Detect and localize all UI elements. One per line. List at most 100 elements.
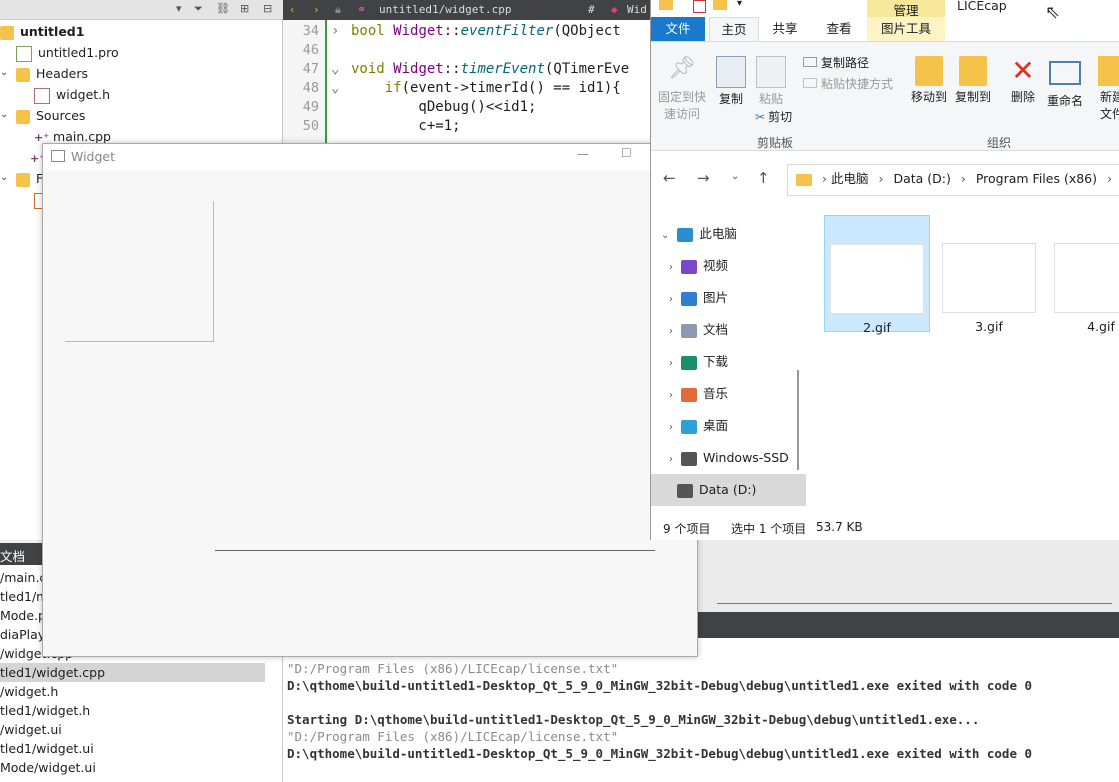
move-to-button[interactable]: 移动到 (909, 56, 949, 105)
file-thumbnail[interactable]: 3.gif (936, 215, 1042, 334)
copy-path-button[interactable]: 复制路径 (803, 54, 869, 71)
breadcrumb-sep: › (878, 171, 884, 186)
code-line[interactable]: bool Widget::eventFilter(QObject (351, 22, 621, 41)
application-output[interactable]: "D:/Program Files (x86)/LICEcap/license.… (283, 638, 1119, 782)
nav-expand-icon[interactable]: › (669, 390, 673, 401)
close-pane-icon[interactable]: ⊟ (263, 2, 272, 15)
open-document-item[interactable]: tled1/widget.h (0, 701, 90, 720)
new-folder-button[interactable]: 新建 文件 (1097, 56, 1119, 122)
pin-quick-access-button[interactable]: 📌︎ 固定到快 速访问 (657, 56, 707, 122)
open-document-item[interactable]: tled1/widget.cpp (0, 663, 265, 682)
cut-button[interactable]: ✂ 剪切 (755, 108, 792, 125)
code-line[interactable]: void Widget::timerEvent(QTimerEve (351, 60, 629, 79)
fold-collapsed-icon[interactable]: › (331, 22, 339, 41)
nav-item[interactable]: › 图片 (651, 282, 728, 314)
tree-item-widget-h[interactable]: widget.h (34, 84, 110, 105)
nav-item[interactable]: Data (D:) (651, 474, 806, 506)
link-icon[interactable]: ⛓ (216, 2, 230, 15)
expand-arrow-icon[interactable]: ⌄ (0, 172, 8, 183)
nav-item[interactable]: › Windows-SSD (651, 442, 789, 474)
breadcrumb-this-pc[interactable]: 此电脑 (831, 171, 869, 186)
tab-share[interactable]: 共享 (763, 17, 807, 41)
forward-icon[interactable]: → (697, 169, 710, 187)
tab-home[interactable]: 主页 (709, 17, 759, 42)
file-thumbnail[interactable]: 4.gif (1048, 215, 1119, 334)
nav-item[interactable]: › 下载 (651, 346, 728, 378)
chevron-down-icon[interactable]: ▾ (737, 0, 742, 9)
breadcrumb-program-files[interactable]: Program Files (x86) (976, 171, 1097, 186)
open-document-item[interactable]: /widget.h (0, 682, 58, 701)
header-file-icon (34, 87, 50, 104)
editor-tab-file[interactable]: untitled1/widget.cpp (379, 3, 511, 16)
recent-chevron-icon[interactable]: ⌄ (731, 171, 739, 182)
code-token-rest: c+=1; (351, 118, 461, 134)
manage-tab[interactable]: 管理 (867, 0, 945, 18)
nav-item[interactable]: › 音乐 (651, 378, 728, 410)
split-icon[interactable]: ⊞ (240, 2, 249, 15)
symbol-dropdown[interactable]: Wid (627, 3, 647, 16)
paste-button[interactable]: 粘贴 (755, 56, 787, 107)
rename-button[interactable]: 重命名 (1045, 56, 1085, 109)
widget-window[interactable]: Widget — ☐ (42, 143, 698, 657)
copy-to-icon (959, 56, 987, 86)
nav-expand-icon[interactable]: › (669, 454, 673, 465)
maximize-button[interactable]: ☐ (621, 146, 632, 160)
symbol-hash[interactable]: # (588, 3, 595, 16)
code-line[interactable]: if(event->timerId() == id1){ (351, 79, 621, 98)
paste-shortcut-button[interactable]: 粘贴快捷方式 (803, 75, 893, 92)
code-line[interactable]: c+=1; (351, 117, 461, 136)
tab-file[interactable]: 文件 (651, 17, 705, 41)
tab-view[interactable]: 查看 (817, 17, 861, 41)
nav-item[interactable]: › 桌面 (651, 410, 728, 442)
nav-expand-icon[interactable]: ⌄ (661, 230, 669, 241)
nav-item[interactable]: › 视频 (651, 250, 728, 282)
nav-item-icon (677, 227, 694, 242)
paste-icon (756, 56, 786, 88)
delete-button[interactable]: ✕ 删除 (1005, 56, 1041, 105)
code-editor[interactable]: bool Widget::eventFilter(QObjectvoid Wid… (325, 20, 650, 150)
nav-item[interactable]: › 文档 (651, 314, 728, 346)
tree-item-project[interactable]: untitled1 (0, 21, 84, 42)
back-icon[interactable]: ← (663, 169, 676, 187)
fold-expanded-icon[interactable]: ⌄ (331, 60, 339, 79)
nav-expand-icon[interactable]: › (669, 262, 673, 273)
expand-arrow-icon[interactable]: ⌄ (0, 109, 8, 120)
tree-item-headers[interactable]: Headers (16, 63, 88, 84)
tree-item-forms[interactable]: F (16, 168, 43, 189)
nav-item-icon (681, 387, 697, 402)
file-name: 2.gif (863, 320, 891, 335)
pin-icon: 📌︎ (668, 56, 696, 81)
open-document-item[interactable]: tled1/widget.ui (0, 739, 94, 758)
nav-item[interactable]: ⌄ 此电脑 (651, 218, 737, 250)
address-bar[interactable]: › 此电脑 › Data (D:) › Program Files (x86) … (787, 164, 1119, 196)
open-document-item[interactable]: Mode/widget.ui (0, 758, 96, 777)
nav-item-label: 文档 (703, 322, 729, 337)
file-thumbnail[interactable]: 2.gif (824, 215, 930, 335)
copy-button[interactable]: 复制 (715, 56, 747, 107)
up-icon[interactable]: ↑ (757, 169, 770, 187)
nav-expand-icon[interactable]: › (669, 294, 673, 305)
nav-item-icon (681, 451, 697, 466)
dropdown-icon[interactable]: ▾ (176, 2, 182, 15)
expand-arrow-icon[interactable]: ⌄ (0, 67, 8, 78)
code-line[interactable]: qDebug()<<id1; (351, 98, 536, 117)
breadcrumb-data-d[interactable]: Data (D:) (893, 171, 950, 186)
fold-expanded-icon[interactable]: ⌄ (331, 79, 339, 98)
open-document-item[interactable]: /widget.ui (0, 720, 62, 739)
checkbox-icon[interactable] (693, 0, 706, 13)
nav-item-label: 下载 (703, 354, 729, 369)
filter-icon[interactable]: ⏷ (194, 2, 203, 16)
copy-to-button[interactable]: 复制到 (953, 56, 993, 105)
organize-group-label: 组织 (987, 136, 1012, 150)
tree-item-sources[interactable]: Sources (16, 105, 85, 126)
nav-scrollbar[interactable] (797, 370, 799, 470)
nav-expand-icon[interactable]: › (669, 422, 673, 433)
clipboard-group-label: 剪贴板 (757, 136, 794, 150)
tab-picture-tools[interactable]: 图片工具 (867, 17, 945, 41)
back-arrow-icon[interactable]: ‹ (289, 3, 296, 16)
minimize-button[interactable]: — (577, 147, 589, 161)
nav-expand-icon[interactable]: › (669, 358, 673, 369)
tree-item-pro-file[interactable]: untitled1.pro (16, 42, 119, 63)
nav-expand-icon[interactable]: › (669, 326, 673, 337)
forward-arrow-icon[interactable]: › (313, 3, 320, 16)
